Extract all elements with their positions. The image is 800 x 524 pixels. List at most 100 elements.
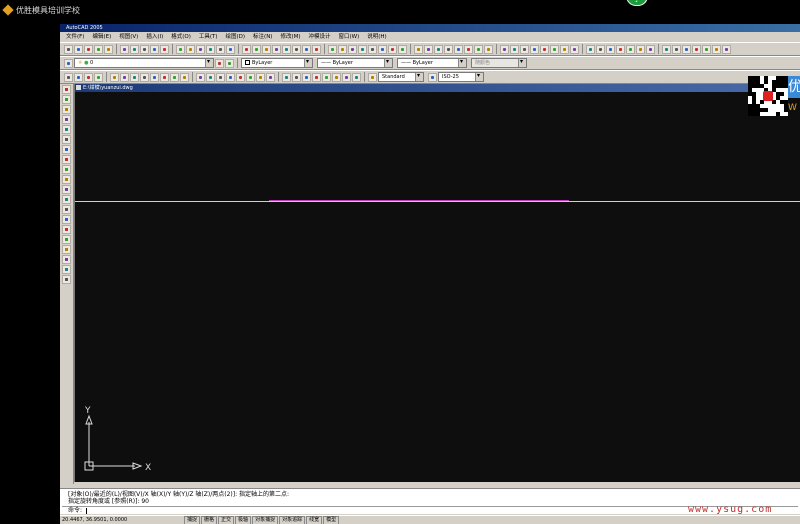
toolbar-tool-icon[interactable] [378,44,387,54]
toolbar-tool-icon[interactable] [266,72,275,82]
toolbar-tool-icon[interactable] [328,44,337,54]
status-toggle-button[interactable]: 极轴 [235,515,252,524]
toolbar-tool-icon[interactable] [722,44,731,54]
toolbar-tool-icon[interactable] [342,72,351,82]
toolbar-tool-icon[interactable] [510,44,519,54]
layer-previous-icon[interactable] [225,58,234,68]
dim-style-dropdown[interactable]: ISO-25 [438,72,484,82]
draw-tool-icon[interactable] [62,265,71,274]
construction-line[interactable] [75,201,800,202]
toolbar-tool-icon[interactable] [226,44,235,54]
toolbar-tool-icon[interactable] [398,44,407,54]
toolbar-tool-icon[interactable] [424,44,433,54]
draw-tool-icon[interactable] [62,125,71,134]
toolbar-tool-icon[interactable] [74,44,83,54]
status-toggle-button[interactable]: 模型 [323,515,340,524]
toolbar-tool-icon[interactable] [160,44,169,54]
draw-tool-icon[interactable] [62,205,71,214]
menu-item[interactable]: 说明(H) [363,32,390,42]
status-toggle-button[interactable]: 线宽 [306,515,323,524]
toolbar-tool-icon[interactable] [444,44,453,54]
menu-item[interactable]: 编辑(E) [88,32,115,42]
toolbar-tool-icon[interactable] [170,72,179,82]
draw-tool-icon[interactable] [62,245,71,254]
toolbar-tool-icon[interactable] [312,44,321,54]
drawing-window[interactable]: E:\钳模\yuanzui.dwg Y X [74,84,800,482]
menu-item[interactable]: 文件(F) [62,32,88,42]
status-toggle-button[interactable]: 捕捉 [184,515,201,524]
toolbar-tool-icon[interactable] [104,44,113,54]
status-toggle-button[interactable]: 栅格 [201,515,218,524]
toolbar-tool-icon[interactable] [530,44,539,54]
toolbar-tool-icon[interactable] [332,72,341,82]
menu-item[interactable]: 标注(N) [249,32,276,42]
toolbar-tool-icon[interactable] [196,72,205,82]
draw-tool-icon[interactable] [62,275,71,284]
toolbar-tool-icon[interactable] [338,44,347,54]
toolbar-tool-icon[interactable] [186,44,195,54]
text-style-dropdown[interactable]: Standard [378,72,424,82]
toolbar-tool-icon[interactable] [252,44,261,54]
toolbar-tool-icon[interactable] [484,44,493,54]
toolbar-tool-icon[interactable] [560,44,569,54]
toolbar-tool-icon[interactable] [586,44,595,54]
draw-tool-icon[interactable] [62,165,71,174]
toolbar-tool-icon[interactable] [140,72,149,82]
toolbar-tool-icon[interactable] [540,44,549,54]
toolbar-tool-icon[interactable] [672,44,681,54]
toolbar-tool-icon[interactable] [262,44,271,54]
toolbar-tool-icon[interactable] [692,44,701,54]
toolbar-tool-icon[interactable] [606,44,615,54]
toolbar-tool-icon[interactable] [216,72,225,82]
toolbar-tool-icon[interactable] [236,72,245,82]
menu-item[interactable]: 插入(I) [142,32,167,42]
toolbar-tool-icon[interactable] [702,44,711,54]
layer-manager-icon[interactable] [64,58,73,68]
toolbar-tool-icon[interactable] [646,44,655,54]
toolbar-tool-icon[interactable] [368,44,377,54]
toolbar-tool-icon[interactable] [206,44,215,54]
toolbar-tool-icon[interactable] [570,44,579,54]
toolbar-tool-icon[interactable] [662,44,671,54]
toolbar-tool-icon[interactable] [94,72,103,82]
toolbar-tool-icon[interactable] [226,72,235,82]
menu-item[interactable]: 修改(M) [276,32,304,42]
toolbar-tool-icon[interactable] [550,44,559,54]
toolbar-tool-icon[interactable] [256,72,265,82]
toolbar-tool-icon[interactable] [120,44,129,54]
toolbar-tool-icon[interactable] [682,44,691,54]
draw-tool-icon[interactable] [62,115,71,124]
draw-tool-icon[interactable] [62,85,71,94]
toolbar-tool-icon[interactable] [322,72,331,82]
text-style-icon[interactable] [368,72,377,82]
toolbar-tool-icon[interactable] [176,44,185,54]
toolbar-tool-icon[interactable] [292,72,301,82]
make-current-layer-icon[interactable] [215,58,224,68]
toolbar-tool-icon[interactable] [348,44,357,54]
toolbar-tool-icon[interactable] [500,44,509,54]
toolbar-tool-icon[interactable] [358,44,367,54]
draw-tool-icon[interactable] [62,235,71,244]
menu-item[interactable]: 绘图(D) [222,32,250,42]
toolbar-tool-icon[interactable] [160,72,169,82]
toolbar-tool-icon[interactable] [626,44,635,54]
status-toggle-button[interactable]: 对象捕捉 [252,515,279,524]
color-dropdown[interactable]: ByLayer [241,58,313,68]
draw-tool-icon[interactable] [62,185,71,194]
menu-item[interactable]: 窗口(W) [335,32,364,42]
status-toggle-button[interactable]: 正交 [218,515,235,524]
toolbar-tool-icon[interactable] [74,72,83,82]
draw-tool-icon[interactable] [62,145,71,154]
toolbar-tool-icon[interactable] [120,72,129,82]
draw-tool-icon[interactable] [62,175,71,184]
magenta-line[interactable] [269,200,569,201]
toolbar-tool-icon[interactable] [94,44,103,54]
toolbar-tool-icon[interactable] [84,72,93,82]
toolbar-tool-icon[interactable] [454,44,463,54]
toolbar-tool-icon[interactable] [196,44,205,54]
draw-tool-icon[interactable] [62,255,71,264]
menu-item[interactable]: 视图(V) [115,32,142,42]
toolbar-tool-icon[interactable] [464,44,473,54]
toolbar-tool-icon[interactable] [84,44,93,54]
toolbar-tool-icon[interactable] [150,44,159,54]
